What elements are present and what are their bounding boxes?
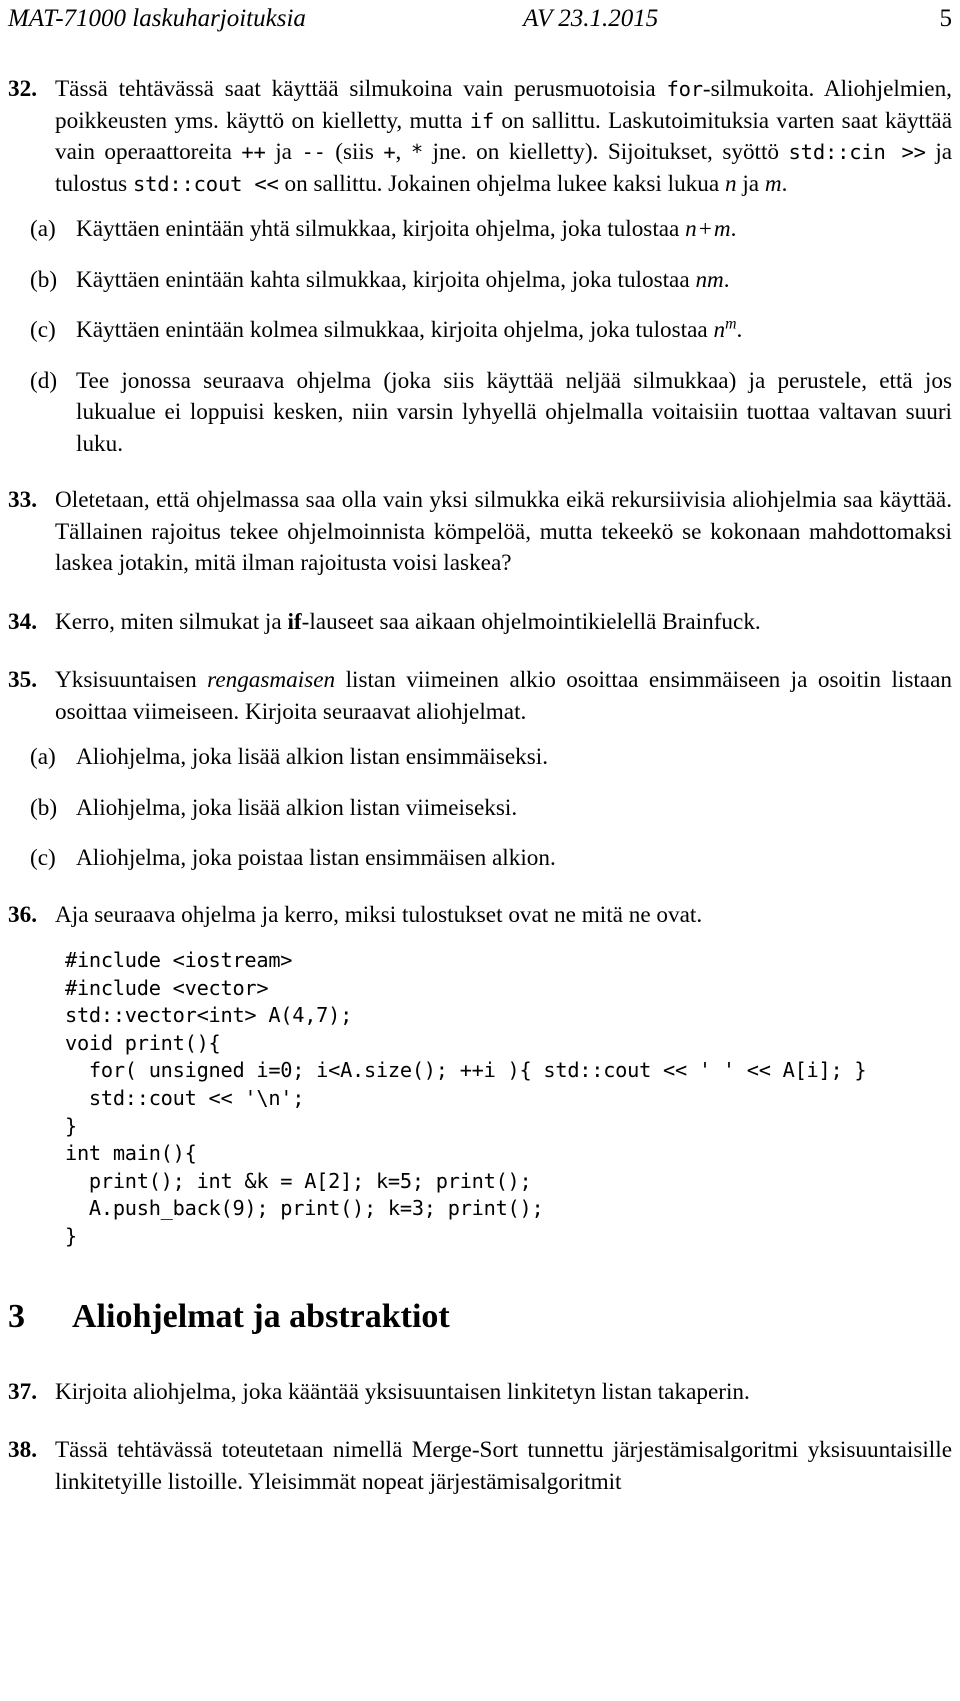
subitem-c: (c) Käyttäen enintään kolmea silmukkaa, …	[8, 315, 952, 347]
document-page: MAT-71000 laskuharjoituksia AV 23.1.2015…	[0, 0, 960, 1701]
math-variable-n: n	[685, 216, 697, 242]
subitem-marker: (c)	[30, 317, 56, 343]
text-run: .	[736, 317, 743, 343]
subitem-marker: (a)	[30, 216, 56, 242]
page-header: MAT-71000 laskuharjoituksia AV 23.1.2015…	[8, 4, 952, 34]
exercise-34: 34. Kerro, miten silmukat ja if-lauseet …	[8, 607, 952, 639]
text-run: Tässä tehtävässä saat käyttää silmukoina…	[55, 76, 667, 102]
subitem-d: (d) Tee jonossa seuraava ohjelma (joka s…	[8, 366, 952, 461]
subitem-text: Käyttäen enintään kahta silmukkaa, kirjo…	[76, 265, 952, 297]
exercise-number: 37.	[8, 1378, 37, 1405]
text-run: Käyttäen enintään yhtä silmukkaa, kirjoi…	[76, 216, 686, 242]
emphasis-rengasmaisen: rengasmaisen	[207, 667, 336, 693]
section-title: Aliohjelmat ja abstraktiot	[72, 1297, 450, 1335]
math-variable-m: m	[713, 216, 731, 242]
exercise-number: 33.	[8, 487, 37, 513]
text-run: Käyttäen enintään kahta silmukkaa, kirjo…	[76, 266, 696, 293]
subitem-b: (b) Aliohjelma, joka lisää alkion listan…	[8, 793, 952, 825]
exercise-number: 34.	[8, 608, 37, 635]
code-block-cpp: #include <iostream> #include <vector> st…	[65, 948, 867, 1248]
math-variable-m: m	[764, 170, 782, 197]
text-run: jne. on kielletty). Sijoitukset, syöttö	[423, 139, 789, 165]
code-run: if	[469, 108, 494, 133]
subitem-text: Aliohjelma, joka lisää alkion listan ens…	[76, 744, 549, 770]
subitem-marker: (d)	[30, 367, 58, 394]
exercise-38: 38. Tässä tehtävässä toteutetaan nimellä…	[8, 1435, 952, 1498]
exercise-text: Oletetaan, että ohjelmassa saa olla vain…	[55, 487, 952, 576]
code-run: std::cin >>	[788, 140, 926, 164]
section-number: 3	[8, 1297, 25, 1335]
exercise-text: Aja seuraava ohjelma ja kerro, miksi tul…	[55, 901, 703, 928]
text-run: .	[781, 170, 788, 197]
subitem-marker: (b)	[30, 794, 58, 821]
text-run: -lauseet saa aikaan ohjelmointikielellä …	[301, 608, 761, 635]
subitem-marker: (b)	[30, 266, 58, 293]
page-number: 5	[939, 5, 953, 32]
code-run: for	[666, 77, 703, 101]
exercise-text: Yksisuuntaisen rengasmaisen listan viime…	[55, 665, 952, 728]
text-run: .	[723, 266, 730, 293]
exercise-number: 32.	[8, 76, 37, 102]
subitem-text: Tee jonossa seuraava ohjelma (joka siis …	[76, 367, 952, 457]
subitem-c: (c) Aliohjelma, joka poistaa listan ensi…	[8, 843, 952, 875]
exercise-32-subitems: (a) Käyttäen enintään yhtä silmukkaa, ki…	[8, 214, 952, 460]
text-run: ja	[265, 139, 302, 165]
math-exponent-m: m	[725, 315, 737, 333]
subitem-text: Käyttäen enintään yhtä silmukkaa, kirjoi…	[76, 214, 952, 246]
code-run: +	[383, 140, 396, 164]
subitem-a: (a) Aliohjelma, joka lisää alkion listan…	[8, 742, 952, 774]
exercise-36: 36. Aja seuraava ohjelma ja kerro, miksi…	[8, 900, 952, 932]
text-run: Yksisuuntaisen	[55, 667, 208, 693]
exercise-text: Tässä tehtävässä toteutetaan nimellä Mer…	[55, 1437, 952, 1495]
header-date: AV 23.1.2015	[523, 5, 659, 32]
code-run: --	[301, 140, 326, 164]
text-run: Kerro, miten silmukat ja	[55, 608, 288, 635]
subitem-text: Aliohjelma, joka lisää alkion listan vii…	[76, 794, 518, 821]
exercise-35-subitems: (a) Aliohjelma, joka lisää alkion listan…	[8, 742, 952, 875]
subitem-b: (b) Käyttäen enintään kahta silmukkaa, k…	[8, 265, 952, 297]
math-expression-nm: nm	[695, 266, 724, 293]
header-course-title: MAT-71000 laskuharjoituksia	[8, 5, 306, 32]
code-run: *	[410, 140, 424, 164]
text-run: (siis	[325, 139, 384, 165]
subitem-text: Käyttäen enintään kolmea silmukkaa, kirj…	[76, 315, 952, 347]
subitem-a: (a) Käyttäen enintään yhtä silmukkaa, ki…	[8, 214, 952, 246]
exercise-35: 35. Yksisuuntaisen rengasmaisen listan v…	[8, 665, 952, 728]
text-run: .	[730, 216, 737, 242]
math-operator-plus: +	[698, 216, 712, 242]
exercise-number: 38.	[8, 1437, 37, 1464]
exercise-text: Tässä tehtävässä saat käyttää silmukoina…	[55, 74, 952, 200]
page-content: 32. Tässä tehtävässä saat käyttää silmuk…	[8, 74, 952, 1511]
subitem-marker: (c)	[30, 845, 56, 871]
math-variable-n: n	[713, 317, 726, 343]
text-run: on sallittu. Jokainen ohjelma lukee kaks…	[278, 170, 725, 197]
math-variable-n: n	[724, 170, 737, 197]
exercise-number: 35.	[8, 667, 37, 693]
code-run: std::cout <<	[132, 171, 279, 196]
keyword-if: if	[287, 608, 302, 635]
text-run: ,	[395, 139, 411, 165]
exercise-text: Kirjoita aliohjelma, joka kääntää yksisu…	[55, 1378, 750, 1405]
text-run: Käyttäen enintään kolmea silmukkaa, kirj…	[76, 317, 714, 343]
subitem-text: Aliohjelma, joka poistaa listan ensimmäi…	[76, 845, 556, 871]
section-heading: 3 Aliohjelmat ja abstraktiot	[8, 1297, 952, 1337]
subitem-marker: (a)	[30, 744, 56, 770]
exercise-33: 33. Oletetaan, että ohjelmassa saa olla …	[8, 485, 952, 580]
exercise-number: 36.	[8, 901, 37, 928]
text-run: ja	[736, 170, 765, 197]
exercise-text: Kerro, miten silmukat ja if-lauseet saa …	[55, 607, 952, 639]
code-run: ++	[241, 140, 266, 164]
exercise-37: 37. Kirjoita aliohjelma, joka kääntää yk…	[8, 1377, 952, 1409]
exercise-32: 32. Tässä tehtävässä saat käyttää silmuk…	[8, 74, 952, 200]
